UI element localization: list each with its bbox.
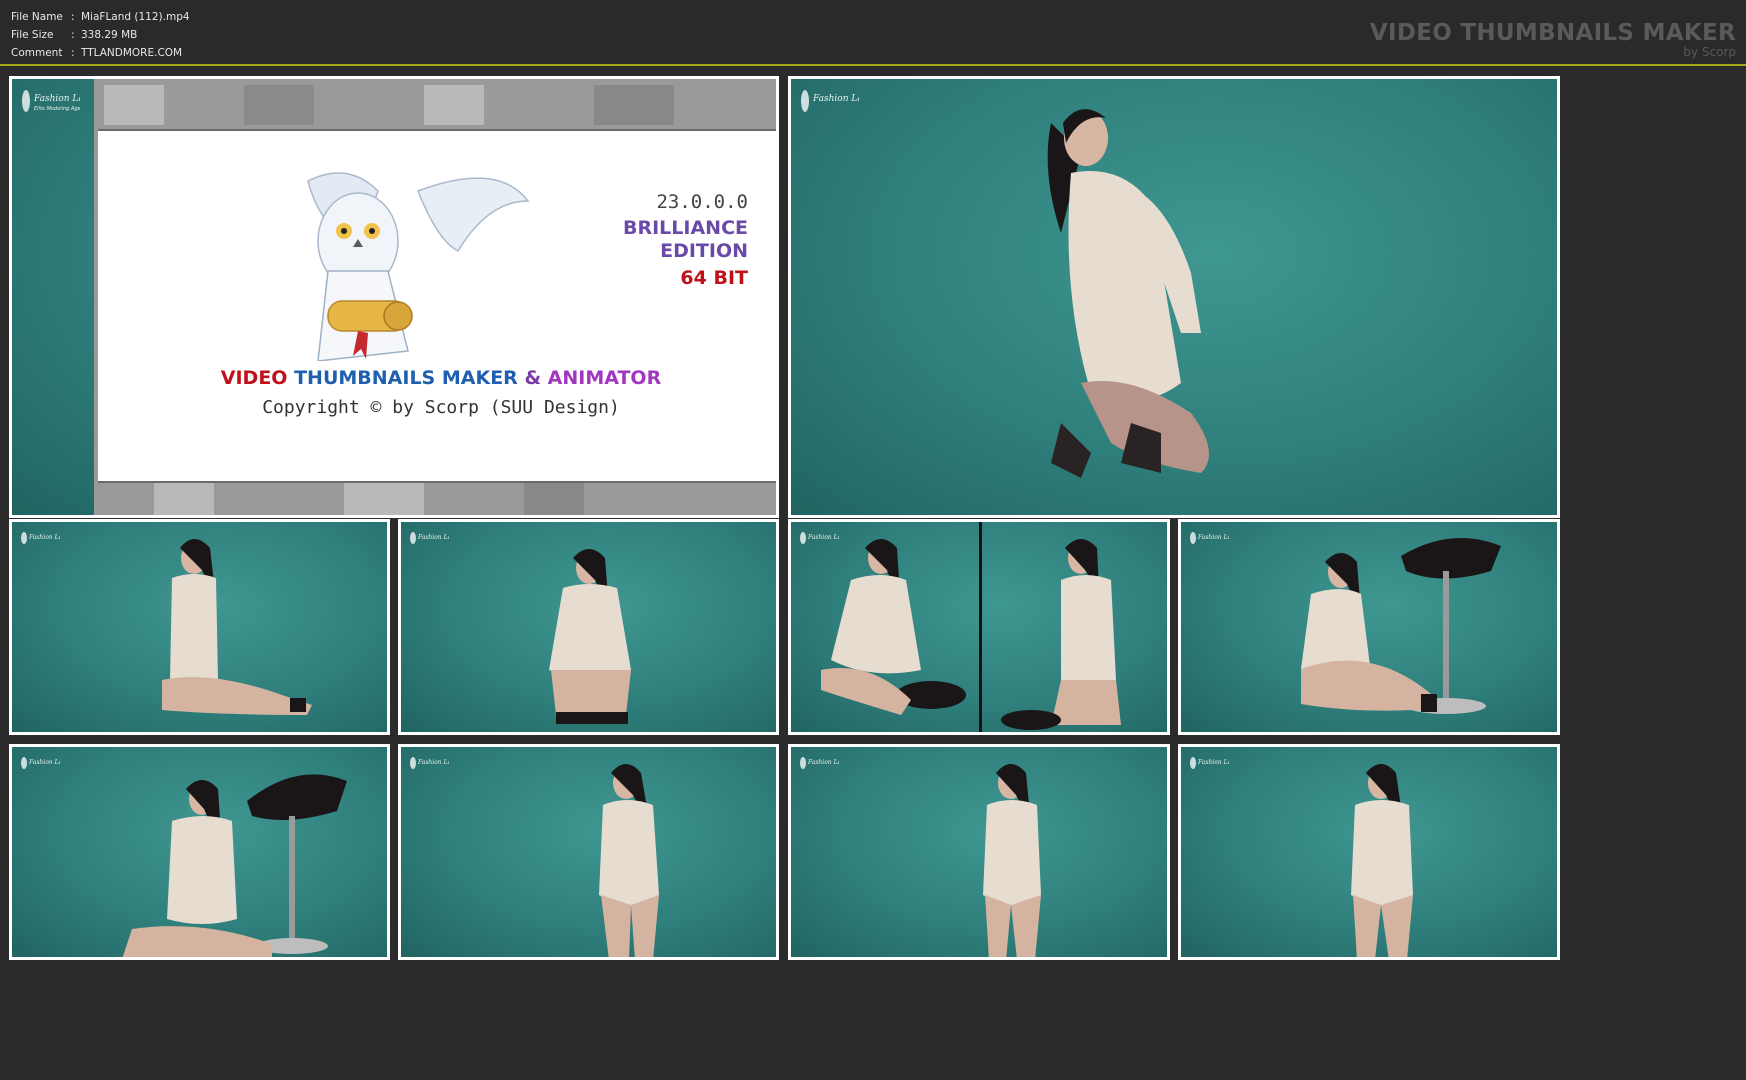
fashion-land-logo: Fashion Land — [409, 755, 459, 774]
brand-watermark: VIDEO THUMBNAILS MAKER by Scorp — [1370, 20, 1736, 58]
model-figure-left — [821, 539, 966, 715]
file-info: File Name: MiaFLand (112).mp4 File Size:3… — [11, 8, 190, 62]
file-size-key: File Size — [11, 29, 54, 41]
svg-text:Fashion Land: Fashion Land — [1197, 534, 1229, 541]
comment-key: Comment — [11, 47, 63, 59]
fashion-land-logo: Fashion Land — [799, 87, 875, 120]
splash-version: 23.0.0.0 — [656, 191, 748, 213]
model-figure-right — [1001, 539, 1121, 730]
file-size-value: 338.29 MB — [81, 29, 138, 41]
svg-text:Fashion Land: Fashion Land — [1197, 759, 1229, 766]
owl-icon — [307, 172, 530, 361]
fashion-land-logo: Fashion Land — [1189, 755, 1239, 774]
svg-text:Fashion Land: Fashion Land — [33, 94, 80, 104]
split-divider — [979, 522, 982, 732]
model-figure — [549, 549, 631, 724]
thumbnail-floor-wave[interactable]: Fashion Land — [9, 744, 390, 960]
svg-text:Elite Modeling Agency: Elite Modeling Agency — [34, 106, 80, 112]
thumbnail-floor-stool[interactable]: Fashion Land — [1178, 519, 1560, 735]
product-word-1: VIDEO — [220, 367, 288, 389]
thumbnail-standing-3[interactable]: Fashion Land — [1178, 744, 1560, 960]
thumbnail-seated-floor[interactable]: Fashion Land — [9, 519, 390, 735]
brand-subtitle: by Scorp — [1683, 45, 1736, 59]
thumbnail-grid: Fashion Land Elite Modeling Agency 23.0.0… — [0, 68, 1746, 1080]
svg-text:Fashion Land: Fashion Land — [28, 759, 60, 766]
thumbnail-splash[interactable]: Fashion Land Elite Modeling Agency 23.0.0… — [9, 76, 779, 518]
header-bar: File Name: MiaFLand (112).mp4 File Size:3… — [0, 0, 1746, 66]
model-figure — [162, 539, 312, 715]
product-word-4: ANIMATOR — [547, 367, 662, 389]
model-figure — [1351, 764, 1413, 957]
thumbnail-kneeling[interactable]: Fashion Land — [788, 76, 1560, 518]
edition-line-1: BRILLIANCE — [623, 217, 748, 239]
fashion-land-logo: Fashion Land — [409, 530, 459, 549]
comment-value: TTLANDMORE.COM — [81, 47, 183, 59]
fashion-land-logo: Fashion Land — [20, 530, 70, 549]
brand-title: VIDEO THUMBNAILS MAKER — [1369, 20, 1736, 46]
file-name-row: File Name: MiaFLand (112).mp4 — [11, 8, 190, 26]
product-word-3: & — [524, 367, 542, 389]
svg-text:Fashion Land: Fashion Land — [417, 759, 449, 766]
file-name-value: MiaFLand (112).mp4 — [81, 11, 190, 23]
splash-edition: BRILLIANCE EDITION — [623, 217, 748, 263]
thumbnail-seated-stool[interactable]: Fashion Land — [398, 519, 779, 735]
model-figure — [1301, 553, 1437, 712]
thumbnail-standing-2[interactable]: Fashion Land — [788, 744, 1170, 960]
product-word-2: THUMBNAILS MAKER — [294, 367, 518, 389]
model-figure — [122, 780, 272, 957]
svg-text:Fashion Land: Fashion Land — [807, 759, 839, 766]
splash-card: 23.0.0.0 BRILLIANCE EDITION 64 BIT VIDEO … — [98, 129, 776, 483]
fashion-land-logo: Fashion Land — [1189, 530, 1239, 549]
thumbnail-split-stool[interactable]: Fashion Land — [788, 519, 1170, 735]
fashion-land-logo: Fashion Land — [20, 755, 70, 774]
svg-text:Fashion Land: Fashion Land — [417, 534, 449, 541]
comment-row: Comment: TTLANDMORE.COM — [11, 44, 190, 62]
model-figure — [1047, 109, 1209, 478]
model-figure — [599, 764, 659, 957]
splash-copyright: Copyright © by Scorp (SUU Design) — [262, 397, 620, 418]
fashion-land-logo: Fashion Land — [799, 755, 849, 774]
file-name-key: File Name — [11, 11, 63, 23]
svg-text:Fashion Land: Fashion Land — [812, 94, 859, 104]
file-size-row: File Size:338.29 MB — [11, 26, 190, 44]
splash-product-name: VIDEO THUMBNAILS MAKER & ANIMATOR — [98, 367, 776, 389]
fashion-land-logo: Fashion Land Elite Modeling Agency — [20, 87, 96, 120]
svg-text:Fashion Land: Fashion Land — [28, 534, 60, 541]
model-figure — [983, 764, 1041, 957]
splash-bits: 64 BIT — [680, 267, 748, 289]
thumbnail-standing-1[interactable]: Fashion Land — [398, 744, 779, 960]
edition-line-2: EDITION — [660, 240, 748, 262]
